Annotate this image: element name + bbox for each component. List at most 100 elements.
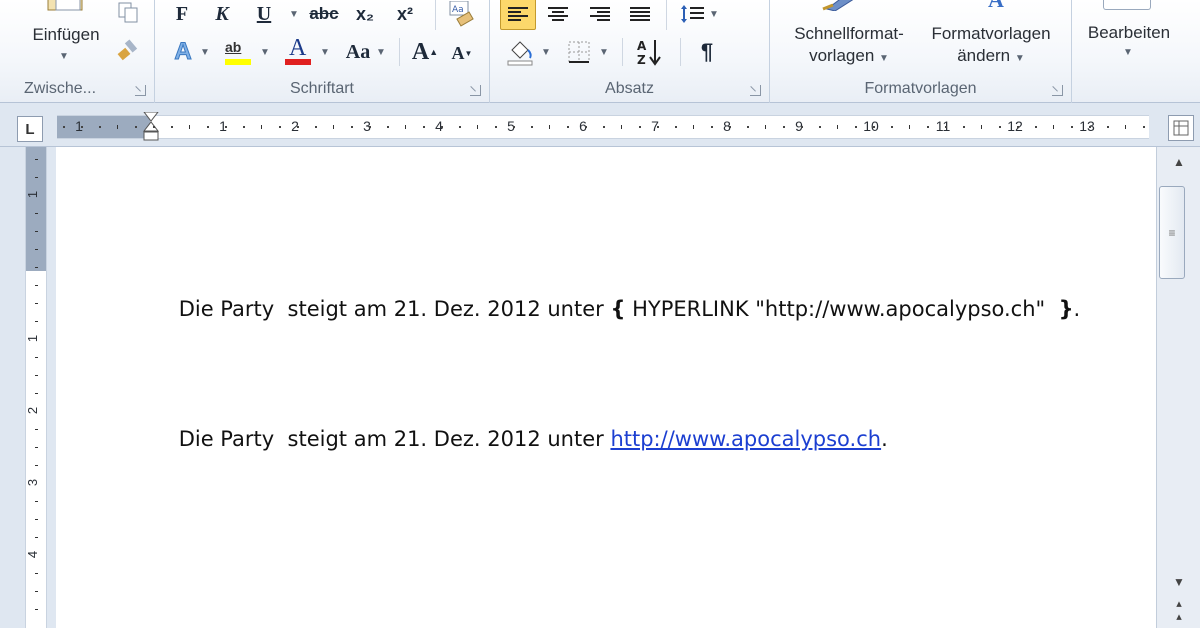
scroll-thumb[interactable]: ≡ — [1159, 186, 1185, 279]
editing-icon[interactable] — [1102, 0, 1152, 10]
quick-styles-icon[interactable] — [818, 0, 864, 12]
line-spacing-button[interactable] — [678, 0, 708, 30]
change-case-dropdown-icon[interactable]: ▼ — [375, 44, 387, 60]
indent-marker-icon[interactable] — [143, 112, 159, 142]
ruler-tick — [909, 125, 910, 129]
editing-button[interactable]: Bearbeiten — [1074, 20, 1184, 46]
vertical-ruler-tick — [35, 303, 38, 304]
font-separator — [435, 0, 436, 30]
change-styles-icon[interactable]: A — [978, 0, 1018, 12]
shading-button[interactable] — [504, 36, 538, 68]
underline-button[interactable]: U — [251, 2, 277, 26]
vertical-ruler-tick — [35, 231, 38, 232]
change-case-label: Aa — [345, 40, 371, 63]
subscript-button[interactable]: x₂ — [351, 2, 379, 26]
borders-dropdown-icon[interactable]: ▼ — [598, 44, 610, 60]
highlight-label: ab — [225, 39, 242, 55]
ruler-tick — [801, 126, 803, 128]
previous-page-icon[interactable]: ▴ ▴ — [1157, 597, 1200, 623]
sort-button[interactable]: AZ — [632, 36, 666, 68]
underline-dropdown-icon[interactable]: ▼ — [287, 6, 301, 22]
grow-font-label: A — [411, 38, 430, 65]
highlight-dropdown-icon[interactable]: ▼ — [259, 44, 271, 60]
shrink-font-label: A — [451, 42, 465, 63]
underline-label: U — [256, 2, 272, 25]
ruler-tick — [999, 126, 1001, 128]
highlight-color-bar — [225, 59, 251, 65]
paragraph-hyperlink[interactable]: Die Party steigt am 21. Dez. 2012 unter … — [152, 403, 888, 475]
vertical-ruler-tick — [35, 321, 38, 322]
vertical-ruler[interactable]: 1 1 2 3 4 — [25, 147, 47, 628]
font-launcher-icon[interactable] — [470, 85, 481, 96]
align-left-icon — [508, 7, 528, 21]
field-code[interactable]: HYPERLINK "http://www.apocalypso.ch" — [625, 297, 1058, 321]
subscript-label: x₂ — [355, 3, 374, 24]
font-color-bar — [285, 59, 311, 65]
hyperlink-text: Die Party steigt am 21. Dez. 2012 unter — [178, 427, 611, 451]
quick-styles-button[interactable]: Schnellformat- vorlagen ▼ — [776, 22, 922, 70]
text-effects-dropdown-icon[interactable]: ▼ — [199, 44, 211, 60]
borders-button[interactable] — [562, 36, 596, 68]
font-group: F K U ▼ abc x₂ x² Aa A ▼ ab ▼ A ▼ Aa ▼ A — [155, 0, 490, 103]
ruler-tick — [729, 126, 731, 128]
strikethrough-button[interactable]: abc — [307, 2, 341, 26]
scroll-up-icon[interactable]: ▲ — [1157, 149, 1200, 175]
paragraph-group-label: Absatz — [605, 80, 654, 97]
vertical-scrollbar[interactable]: ▲ ≡ ▼ ▴ ▴ — [1156, 147, 1200, 628]
font-color-dropdown-icon[interactable]: ▼ — [319, 44, 331, 60]
change-styles-button[interactable]: Formatvorlagen ändern ▼ — [918, 22, 1064, 70]
shrink-font-button[interactable]: A ▼ — [449, 40, 475, 66]
clipboard-launcher-icon[interactable] — [135, 85, 146, 96]
scroll-down-icon[interactable]: ▼ — [1157, 569, 1200, 595]
vertical-ruler-tick — [35, 609, 38, 610]
font-color-button[interactable]: A — [281, 35, 315, 68]
ruler-tick — [225, 126, 227, 128]
italic-button[interactable]: K — [209, 2, 235, 26]
strikethrough-label: abc — [309, 4, 339, 23]
clear-format-icon[interactable]: Aa — [447, 0, 477, 28]
styles-launcher-icon[interactable] — [1052, 85, 1063, 96]
tab-selector-button[interactable]: L — [17, 116, 43, 142]
ruler-tick — [1053, 125, 1054, 129]
paragraph-launcher-icon[interactable] — [750, 85, 761, 96]
ruler-tick — [1071, 126, 1073, 128]
hyperlink[interactable]: http://www.apocalypso.ch — [610, 427, 881, 451]
view-ruler-button[interactable] — [1168, 115, 1194, 141]
justify-button[interactable] — [624, 0, 656, 30]
field-brace-open: { — [610, 297, 626, 321]
grow-font-button[interactable]: A ▲ — [411, 38, 439, 66]
italic-label: K — [215, 2, 229, 25]
field-code-end: . — [1073, 297, 1081, 321]
borders-icon — [568, 41, 590, 63]
superscript-button[interactable]: x² — [391, 2, 419, 26]
paste-dropdown-icon[interactable]: ▼ — [54, 48, 74, 64]
ruler-tick — [99, 126, 101, 128]
ruler-tick — [171, 126, 173, 128]
align-right-button[interactable] — [584, 0, 616, 30]
show-formatting-button[interactable]: ¶ — [690, 36, 724, 68]
paste-icon[interactable] — [42, 0, 88, 12]
ribbon: Einfügen ▼ Zwische... F K U ▼ abc x₂ x² … — [0, 0, 1200, 103]
text-effects-button[interactable]: A — [169, 38, 197, 66]
ruler-tick — [495, 126, 497, 128]
paste-button[interactable]: Einfügen — [14, 22, 118, 48]
document-page[interactable]: Die Party steigt am 21. Dez. 2012 unter … — [57, 147, 1156, 628]
svg-text:Z: Z — [637, 53, 646, 66]
align-center-button[interactable] — [542, 0, 574, 30]
highlight-button[interactable]: ab — [221, 36, 255, 68]
line-spacing-dropdown-icon[interactable]: ▼ — [708, 6, 720, 22]
ruler-tick — [315, 126, 317, 128]
svg-text:A: A — [988, 0, 1004, 11]
horizontal-ruler[interactable]: 1 1 2 3 4 5 6 7 8 9 10 11 12 13 — [57, 112, 1149, 142]
bold-button[interactable]: F — [169, 2, 195, 26]
format-painter-icon[interactable] — [114, 36, 142, 64]
shading-dropdown-icon[interactable]: ▼ — [540, 44, 552, 60]
copy-icon[interactable] — [114, 0, 142, 24]
align-left-button[interactable] — [500, 0, 536, 30]
clipboard-group: Einfügen ▼ Zwische... — [0, 0, 155, 103]
editing-dropdown-icon[interactable]: ▼ — [1118, 44, 1138, 60]
change-styles-line1: Formatvorlagen — [931, 23, 1051, 43]
paragraph-field-code[interactable]: Die Party steigt am 21. Dez. 2012 unter … — [152, 273, 1081, 345]
ruler-tick — [153, 126, 155, 128]
change-case-button[interactable]: Aa — [341, 38, 375, 66]
